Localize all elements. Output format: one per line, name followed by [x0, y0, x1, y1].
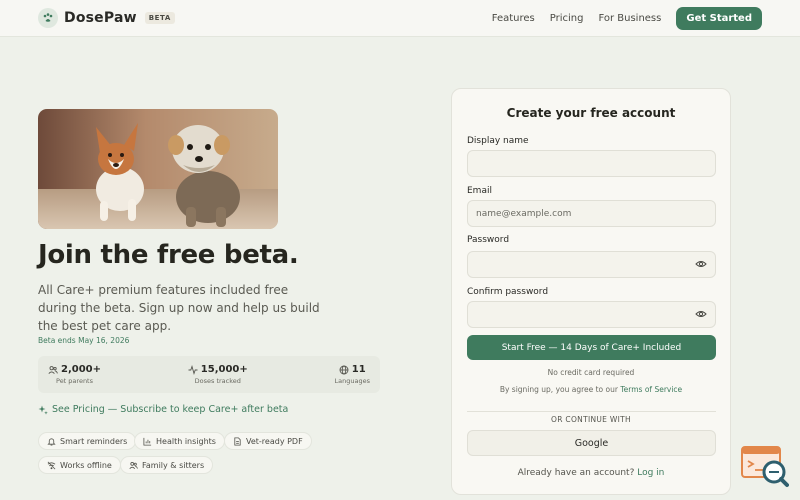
globe-icon	[339, 365, 349, 374]
see-pricing-text: See Pricing — Subscribe to keep Care+ af…	[52, 404, 289, 415]
display-name-label: Display name	[467, 136, 529, 146]
main-nav: Features Pricing For Business Get Starte…	[477, 0, 762, 37]
terms-of-service-link[interactable]: Terms of Service	[620, 385, 682, 394]
confirm-password-label: Confirm password	[467, 287, 549, 297]
chip-smart-reminders: Smart reminders	[38, 432, 137, 450]
nav-link-for-business[interactable]: For Business	[598, 13, 661, 24]
nav-link-features[interactable]: Features	[492, 13, 535, 24]
or-continue-with-text: OR CONTINUE WITH	[545, 415, 637, 424]
hero-subtitle: All Care+ premium features included free…	[38, 283, 320, 333]
email-input[interactable]	[467, 200, 716, 227]
stat-value: 11	[351, 364, 366, 375]
document-icon	[234, 436, 241, 446]
top-navbar: DosePaw BETA Features Pricing For Busine…	[0, 0, 800, 37]
login-prefix: Already have an account?	[517, 468, 635, 478]
page-title: Join the free beta.	[38, 240, 299, 270]
chip-label: Health insights	[156, 436, 216, 446]
show-confirm-password-eye-icon[interactable]	[695, 308, 707, 320]
stat-pet-parents: 2,000+ Pet parents	[48, 364, 101, 385]
start-free-button[interactable]: Start Free — 14 Days of Care+ Included	[467, 335, 716, 360]
chip-label: Family & sitters	[142, 460, 205, 470]
signup-card: Create your free account Display name Em…	[451, 88, 731, 495]
paw-logo-icon[interactable]	[38, 8, 58, 28]
signup-title: Create your free account	[506, 106, 676, 120]
nav-link-pricing[interactable]: Pricing	[550, 13, 584, 24]
see-pricing-link[interactable]: See Pricing — Subscribe to keep Care+ af…	[38, 404, 288, 415]
hero-dogs-image	[38, 109, 278, 229]
stats-bar: 2,000+ Pet parents 15,000+ Doses tracked…	[38, 356, 380, 393]
chip-works-offline: Works offline	[38, 456, 121, 474]
help-widget-search-icon[interactable]	[741, 444, 789, 492]
google-signin-button[interactable]: Google	[467, 430, 716, 456]
show-password-eye-icon[interactable]	[695, 258, 707, 270]
chip-label: Works offline	[60, 460, 112, 470]
chip-label: Smart reminders	[60, 436, 128, 446]
get-started-button[interactable]: Get Started	[676, 7, 762, 30]
terms-prefix: By signing up, you agree to our	[499, 385, 618, 394]
or-continue-with: OR CONTINUE WITH	[452, 407, 730, 426]
brand-name[interactable]: DosePaw	[64, 10, 137, 26]
chip-health-insights: Health insights	[134, 432, 225, 450]
stat-languages: 11 Languages	[335, 364, 370, 385]
chip-label: Vet-ready PDF	[246, 436, 303, 446]
stat-label: Languages	[334, 377, 370, 385]
stat-doses-tracked: 15,000+ Doses tracked	[188, 364, 248, 385]
beta-badge: BETA	[144, 12, 175, 24]
wifi-off-icon	[47, 461, 56, 469]
bell-icon	[47, 437, 56, 446]
terms-note: By signing up, you agree to our Terms of…	[452, 385, 730, 394]
beta-end-date: Beta ends May 16, 2026	[38, 336, 130, 345]
no-credit-card-note: No credit card required	[547, 368, 635, 377]
activity-icon	[188, 364, 198, 375]
sparkles-icon	[38, 405, 48, 415]
login-prompt: Already have an account? Log in	[452, 468, 730, 478]
display-name-input[interactable]	[467, 150, 716, 177]
stat-value: 2,000+	[61, 364, 102, 375]
stat-label: Pet parents	[56, 377, 93, 385]
confirm-password-input[interactable]	[467, 301, 716, 328]
chip-vet-ready-pdf: Vet-ready PDF	[224, 432, 312, 450]
chip-family-sitters: Family & sitters	[120, 456, 214, 474]
password-input[interactable]	[467, 251, 716, 278]
chart-icon	[143, 437, 152, 446]
stat-label: Doses tracked	[194, 377, 241, 385]
users-icon	[48, 365, 58, 374]
password-label: Password	[467, 235, 510, 245]
email-label: Email	[467, 186, 492, 196]
users-icon	[129, 461, 138, 469]
log-in-link[interactable]: Log in	[637, 468, 664, 478]
stat-value: 15,000+	[200, 364, 248, 375]
